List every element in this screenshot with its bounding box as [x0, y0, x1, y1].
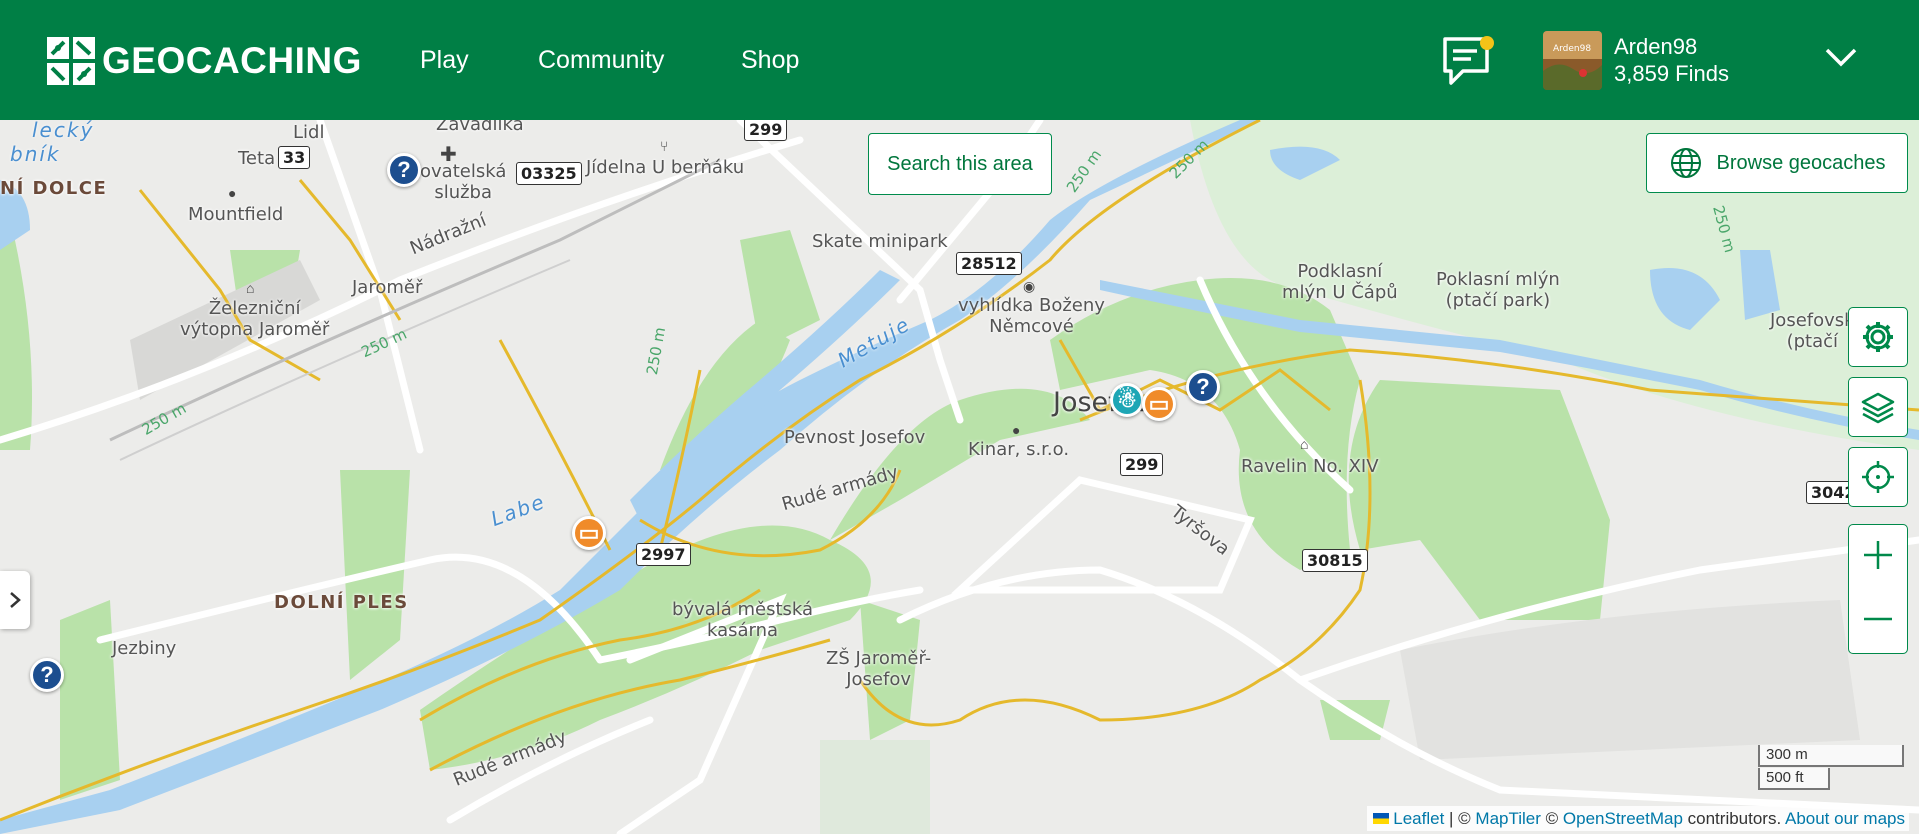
scale-imperial: 500 ft [1758, 768, 1830, 790]
label-kinar: Kinar, s.r.o. [968, 439, 1070, 460]
attribution-contrib: contributors. [1682, 809, 1785, 828]
label-zs: ZŠ Jaroměř- Josefov [826, 648, 932, 690]
road-shield: 03325 [516, 162, 582, 185]
label-jaromer: Jaroměř [352, 277, 423, 298]
map-base-layer [0, 120, 1919, 834]
zoom-in-icon[interactable] [1861, 538, 1895, 577]
event-cache-marker[interactable]: ☃ [1110, 383, 1144, 417]
attribution-sep: © [1540, 809, 1563, 828]
search-this-area-button[interactable]: Search this area [868, 133, 1052, 195]
nav-play[interactable]: Play [420, 46, 469, 75]
label-mountfield: Mountfield [188, 204, 284, 225]
zoom-out-icon[interactable] [1861, 602, 1895, 641]
label-vyhlidka: vyhlídka Boženy Němcové [958, 295, 1105, 337]
label-kasarna: bývalá městská kasárna [672, 599, 814, 641]
chevron-down-icon[interactable] [1824, 46, 1858, 75]
label-podklasni: Podklasní mlýn U Čápů [1282, 261, 1398, 303]
label-jezbiny: Jezbiny [112, 638, 177, 659]
label-ni-dolce: NÍ DOLCE [0, 178, 108, 199]
nav-shop[interactable]: Shop [741, 46, 799, 75]
messages-icon[interactable] [1441, 33, 1499, 96]
geocaching-logo[interactable]: GEOCACHING [46, 36, 362, 86]
label-pevnost: Pevnost Josefov [784, 427, 926, 448]
road-shield: 299 [744, 120, 788, 141]
maptiler-link[interactable]: MapTiler [1475, 809, 1541, 828]
leaflet-link[interactable]: Leaflet [1393, 809, 1444, 828]
zoom-control [1848, 524, 1908, 654]
label-lidl: Lidl [293, 122, 325, 143]
museum-icon: ⌂ [1300, 436, 1309, 452]
road-shield: 28512 [956, 252, 1022, 275]
camera-icon: ◉ [1023, 278, 1036, 294]
layers-icon[interactable] [1848, 377, 1908, 437]
chevron-right-icon [10, 592, 21, 608]
traditional-cache-marker[interactable]: ▭ [572, 516, 606, 550]
user-avatar[interactable]: Arden98 [1543, 31, 1602, 90]
label-dolni-ples: DOLNÍ PLES [274, 592, 409, 613]
finds-count: 3,859 Finds [1614, 61, 1729, 86]
label-jidelna: Jídelna U berňáku [586, 157, 745, 178]
restaurant-icon: ⑂ [660, 138, 669, 154]
nav-community[interactable]: Community [538, 46, 664, 75]
label-ravelin: Ravelin No. XIV [1241, 456, 1379, 477]
locate-icon[interactable] [1848, 447, 1908, 507]
mystery-cache-marker[interactable]: ? [387, 153, 421, 187]
scale-metric: 300 m [1758, 745, 1904, 767]
osm-link[interactable]: OpenStreetMap [1563, 809, 1683, 828]
label-teta: Teta [238, 148, 276, 169]
mystery-cache-marker[interactable]: ? [30, 658, 64, 692]
label-zavadilka: Zavadilka [436, 120, 524, 135]
geocaching-logo-icon [47, 37, 95, 85]
road-shield: 33 [278, 146, 311, 169]
label-poklasni: Poklasní mlýn (ptačí park) [1436, 269, 1560, 311]
avatar-caption: Arden98 [1553, 44, 1591, 54]
about-maps-link[interactable]: About our maps [1785, 809, 1905, 828]
username[interactable]: Arden98 [1614, 34, 1697, 60]
road-shield: 30815 [1302, 549, 1368, 572]
label-zachranna: ovatelská služba [420, 161, 507, 203]
label-bnik: bník [10, 142, 61, 166]
road-shield: 299 [1120, 453, 1164, 476]
museum-icon: ⌂ [246, 280, 255, 296]
label-josefovsky: Josefovsk (ptačí [1770, 310, 1855, 352]
site-header: GEOCACHING Play Community Shop Arden98 A… [0, 0, 1919, 120]
browse-geocaches-label: Browse geocaches [1716, 151, 1886, 174]
label-skate: Skate minipark [812, 231, 948, 252]
logo-text: GEOCACHING [102, 40, 362, 81]
globe-icon [1670, 148, 1701, 178]
label-vytopna: Železniční výtopna Jaroměř [180, 298, 330, 340]
shop-icon: ● [228, 185, 237, 201]
pharmacy-icon: ✚ [440, 144, 457, 166]
map-attribution: Leaflet | © MapTiler © OpenStreetMap con… [1367, 806, 1909, 831]
traditional-cache-marker[interactable]: ▭ [1142, 387, 1176, 421]
road-shield: 2997 [636, 543, 691, 566]
settings-gear-icon[interactable] [1848, 307, 1908, 367]
map-canvas[interactable]: Zavadilka Lidl Teta lecký bník NÍ DOLCE … [0, 120, 1919, 834]
mystery-cache-marker[interactable]: ? [1186, 370, 1220, 404]
browse-geocaches-button[interactable]: Browse geocaches [1646, 133, 1908, 193]
sidebar-expand-button[interactable] [0, 571, 30, 629]
attribution-sep: | © [1444, 809, 1476, 828]
shop-icon: ● [1012, 422, 1021, 438]
ukraine-flag-icon [1373, 813, 1390, 824]
label-lecky: lecký [32, 120, 95, 142]
